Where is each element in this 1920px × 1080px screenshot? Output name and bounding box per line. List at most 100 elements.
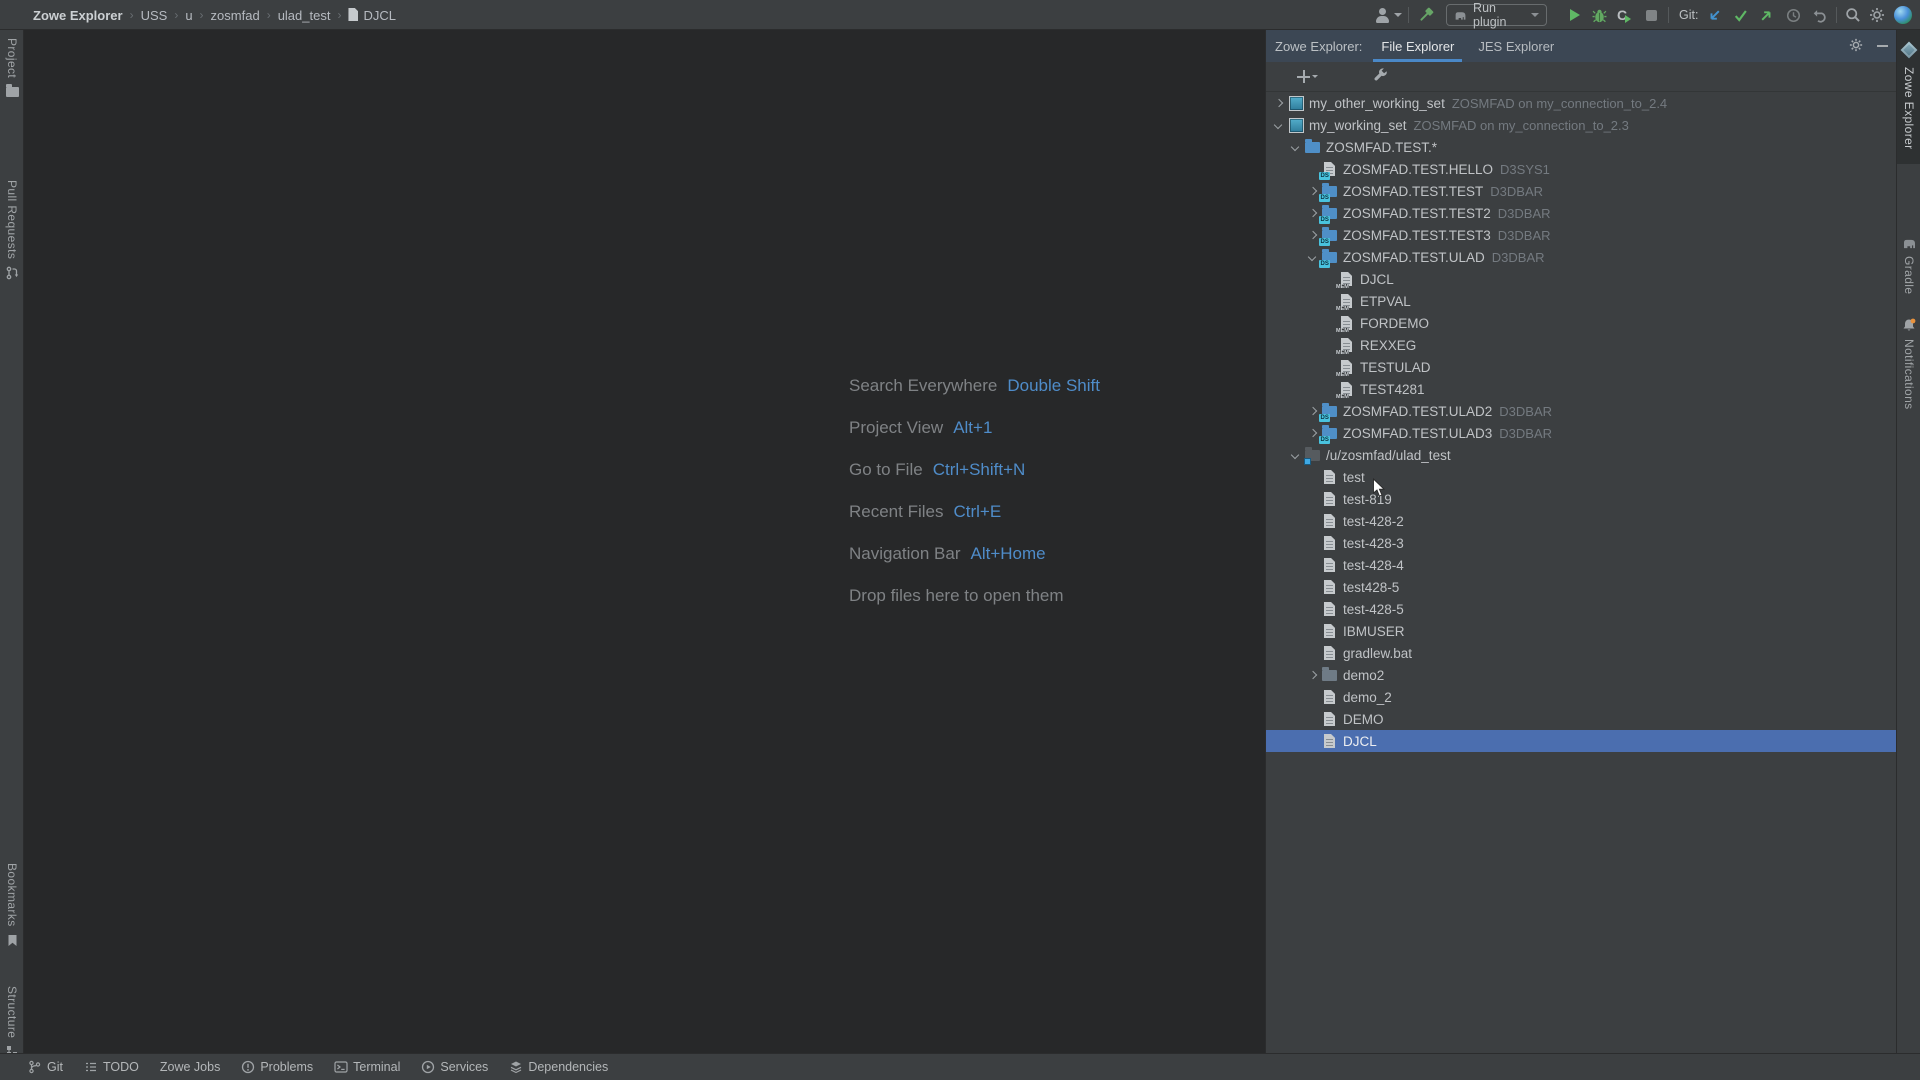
tree-row[interactable]: DEMO xyxy=(1266,708,1896,730)
sidebar-item-pull-requests[interactable]: Pull Requests xyxy=(0,180,24,280)
panel-settings-button[interactable] xyxy=(1849,38,1863,55)
panel-settings-wrench-button[interactable] xyxy=(1373,67,1388,87)
tree-item-label: ZOSMFAD.TEST.TEST xyxy=(1343,184,1483,199)
search-everywhere-button[interactable] xyxy=(1845,0,1861,30)
member-icon: MEM xyxy=(1339,293,1355,309)
chevron-down-icon[interactable] xyxy=(1306,250,1320,264)
tree-row[interactable]: gradlew.bat xyxy=(1266,642,1896,664)
stop-button[interactable] xyxy=(1646,0,1657,30)
tree-row[interactable]: my_working_setZOSMFAD on my_connection_t… xyxy=(1266,114,1896,136)
tree-row[interactable]: test-428-4 xyxy=(1266,554,1896,576)
tree-row[interactable]: DSZOSMFAD.TEST.ULAD3D3DBAR xyxy=(1266,422,1896,444)
tree-row[interactable]: test xyxy=(1266,466,1896,488)
tree-row[interactable]: test-819 xyxy=(1266,488,1896,510)
services-icon xyxy=(421,1060,435,1074)
breadcrumb-item[interactable]: DJCL xyxy=(348,7,396,23)
tree-item-label: test-428-3 xyxy=(1343,536,1404,551)
sidebar-item-project[interactable]: Project xyxy=(0,38,24,97)
tree-row[interactable]: DSZOSMFAD.TEST.TEST2D3DBAR xyxy=(1266,202,1896,224)
tree-row[interactable]: DSZOSMFAD.TEST.ULADD3DBAR xyxy=(1266,246,1896,268)
sidebar-item-zowe-explorer[interactable]: Zowe Explorer xyxy=(1897,30,1920,164)
build-button[interactable] xyxy=(1417,0,1435,30)
tree-row[interactable]: test-428-2 xyxy=(1266,510,1896,532)
tree-item-label: demo_2 xyxy=(1343,690,1392,705)
tree-row[interactable]: demo_2 xyxy=(1266,686,1896,708)
tree-row[interactable]: IBMUSER xyxy=(1266,620,1896,642)
chevron-right-icon[interactable] xyxy=(1306,184,1320,198)
tree-row[interactable]: ZOSMFAD.TEST.* xyxy=(1266,136,1896,158)
add-working-set-button[interactable] xyxy=(1266,70,1316,83)
chevron-right-icon[interactable] xyxy=(1306,426,1320,440)
zowe-explorer-panel: Zowe Explorer: File Explorer JES Explore… xyxy=(1265,30,1896,1053)
hint-shortcut: Double Shift xyxy=(1007,376,1100,396)
tree-row[interactable]: MEMTEST4281 xyxy=(1266,378,1896,400)
git-history-button[interactable] xyxy=(1786,0,1801,30)
statusbar-item-zowe-jobs[interactable]: Zowe Jobs xyxy=(160,1060,220,1074)
sidebar-item-bookmarks[interactable]: Bookmarks xyxy=(0,863,24,947)
debug-button[interactable] xyxy=(1592,0,1607,30)
icon-badge: MEM xyxy=(1336,284,1349,290)
tab-jes-explorer[interactable]: JES Explorer xyxy=(1466,30,1566,62)
user-dropdown-caret[interactable] xyxy=(1394,0,1402,30)
sidebar-item-gradle[interactable]: Gradle xyxy=(1897,238,1920,294)
chevron-right-icon[interactable] xyxy=(1272,96,1286,110)
tree-row[interactable]: /u/zosmfad/ulad_test xyxy=(1266,444,1896,466)
chevron-right-icon[interactable] xyxy=(1306,404,1320,418)
statusbar-item-services[interactable]: Services xyxy=(421,1060,488,1074)
profile-avatar-button[interactable] xyxy=(1894,0,1912,30)
statusbar-item-git[interactable]: Git xyxy=(28,1060,63,1074)
git-update-button[interactable] xyxy=(1707,0,1722,30)
git-rollback-button[interactable] xyxy=(1812,0,1828,30)
tree-row[interactable]: DSZOSMFAD.TEST.HELLOD3SYS1 xyxy=(1266,158,1896,180)
settings-button[interactable] xyxy=(1869,0,1885,30)
tree-row[interactable]: test428-5 xyxy=(1266,576,1896,598)
tree-row[interactable]: MEMFORDEMO xyxy=(1266,312,1896,334)
statusbar-item-label: Git xyxy=(47,1060,63,1074)
git-commit-button[interactable] xyxy=(1733,0,1748,30)
statusbar-item-problems[interactable]: Problems xyxy=(241,1060,313,1074)
tree-row[interactable]: MEMDJCL xyxy=(1266,268,1896,290)
chevron-right-icon[interactable] xyxy=(1306,668,1320,682)
ds-file-icon: DS xyxy=(1322,161,1338,177)
git-push-button[interactable] xyxy=(1759,0,1774,30)
tab-file-explorer[interactable]: File Explorer xyxy=(1369,30,1466,62)
chevron-down-icon[interactable] xyxy=(1289,140,1303,154)
breadcrumb-item[interactable]: ulad_test xyxy=(278,8,331,23)
tree-row[interactable]: MEMTESTULAD xyxy=(1266,356,1896,378)
statusbar-item-dependencies[interactable]: Dependencies xyxy=(509,1060,608,1074)
sidebar-item-notifications[interactable]: Notifications xyxy=(1897,318,1920,410)
breadcrumb-item[interactable]: Zowe Explorer xyxy=(33,8,123,23)
tree-row[interactable]: MEMETPVAL xyxy=(1266,290,1896,312)
statusbar-item-todo[interactable]: TODO xyxy=(84,1060,139,1074)
statusbar-item-label: Zowe Jobs xyxy=(160,1060,220,1074)
tree-row[interactable]: test-428-5 xyxy=(1266,598,1896,620)
sidebar-item-structure[interactable]: Structure xyxy=(0,986,24,1057)
tree-row[interactable]: demo2 xyxy=(1266,664,1896,686)
tree-row[interactable]: DJCL xyxy=(1266,730,1896,752)
tree-row[interactable]: my_other_working_setZOSMFAD on my_connec… xyxy=(1266,92,1896,114)
chevron-down-icon[interactable] xyxy=(1272,118,1286,132)
tree-item-label: test xyxy=(1343,470,1365,485)
tree-row[interactable]: DSZOSMFAD.TEST.ULAD2D3DBAR xyxy=(1266,400,1896,422)
chevron-down-icon[interactable] xyxy=(1289,448,1303,462)
hide-panel-button[interactable] xyxy=(1877,45,1888,47)
tree-row[interactable]: MEMREXXEG xyxy=(1266,334,1896,356)
tree-row[interactable]: test-428-3 xyxy=(1266,532,1896,554)
member-icon: MEM xyxy=(1339,315,1355,331)
run-with-coverage-button[interactable]: C xyxy=(1617,0,1627,30)
icon-badge: MEM xyxy=(1336,306,1349,312)
file-icon xyxy=(1322,689,1338,705)
tree-row[interactable]: DSZOSMFAD.TEST.TESTD3DBAR xyxy=(1266,180,1896,202)
chevron-right-icon[interactable] xyxy=(1306,228,1320,242)
run-configuration-combo[interactable]: Run plugin xyxy=(1446,4,1547,26)
run-button[interactable] xyxy=(1570,0,1580,30)
folder-icon xyxy=(1322,667,1338,683)
statusbar-item-terminal[interactable]: Terminal xyxy=(334,1060,400,1074)
tree-row[interactable]: DSZOSMFAD.TEST.TEST3D3DBAR xyxy=(1266,224,1896,246)
breadcrumb-item[interactable]: USS xyxy=(141,8,168,23)
breadcrumb-item[interactable]: u xyxy=(185,8,192,23)
breadcrumb-item[interactable]: zosmfad xyxy=(211,8,260,23)
user-account-button[interactable] xyxy=(1375,0,1390,30)
chevron-right-icon[interactable] xyxy=(1306,206,1320,220)
icon-badge: DS xyxy=(1319,216,1330,224)
